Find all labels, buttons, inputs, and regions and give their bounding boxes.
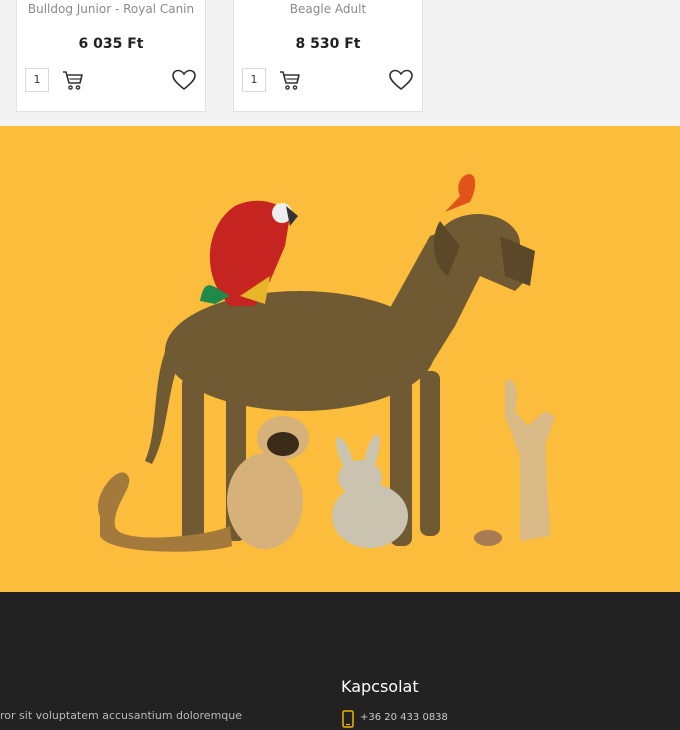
bird-illustration bbox=[445, 174, 476, 212]
add-to-cart-icon[interactable] bbox=[61, 68, 85, 92]
parrot-illustration bbox=[200, 200, 298, 306]
product-price: 6 035 Ft bbox=[78, 36, 144, 52]
quantity-input[interactable]: 1 bbox=[242, 68, 266, 92]
product-name[interactable]: Beagle Adult bbox=[234, 2, 422, 16]
mouse-illustration bbox=[474, 530, 502, 546]
phone-icon bbox=[342, 710, 354, 728]
contact-heading: Kapcsolat bbox=[341, 677, 419, 696]
quantity-input[interactable]: 1 bbox=[25, 68, 49, 92]
product-name[interactable]: Bulldog Junior - Royal Canin bbox=[17, 2, 205, 16]
product-card[interactable]: Bulldog Junior - Royal Canin 6 035 Ft 1 bbox=[16, 0, 206, 112]
product-card[interactable]: Beagle Adult 8 530 Ft 1 bbox=[233, 0, 423, 112]
snake-illustration bbox=[97, 472, 232, 552]
cat-illustration bbox=[505, 380, 555, 541]
dog-illustration bbox=[145, 214, 535, 546]
product-price: 8 530 Ft bbox=[295, 36, 361, 52]
footer-about-text: ror sit voluptatem accusantium doloremqu… bbox=[0, 709, 243, 722]
wishlist-heart-icon[interactable] bbox=[171, 68, 197, 92]
pets-group-image bbox=[97, 174, 555, 552]
product-strip: Bulldog Junior - Royal Canin 6 035 Ft 1 … bbox=[0, 0, 680, 126]
add-to-cart-icon[interactable] bbox=[278, 68, 302, 92]
contact-phone[interactable]: +36 20 433 0838 bbox=[360, 712, 448, 723]
footer: ror sit voluptatem accusantium doloremqu… bbox=[0, 592, 680, 730]
pets-banner bbox=[0, 126, 680, 592]
wishlist-heart-icon[interactable] bbox=[388, 68, 414, 92]
